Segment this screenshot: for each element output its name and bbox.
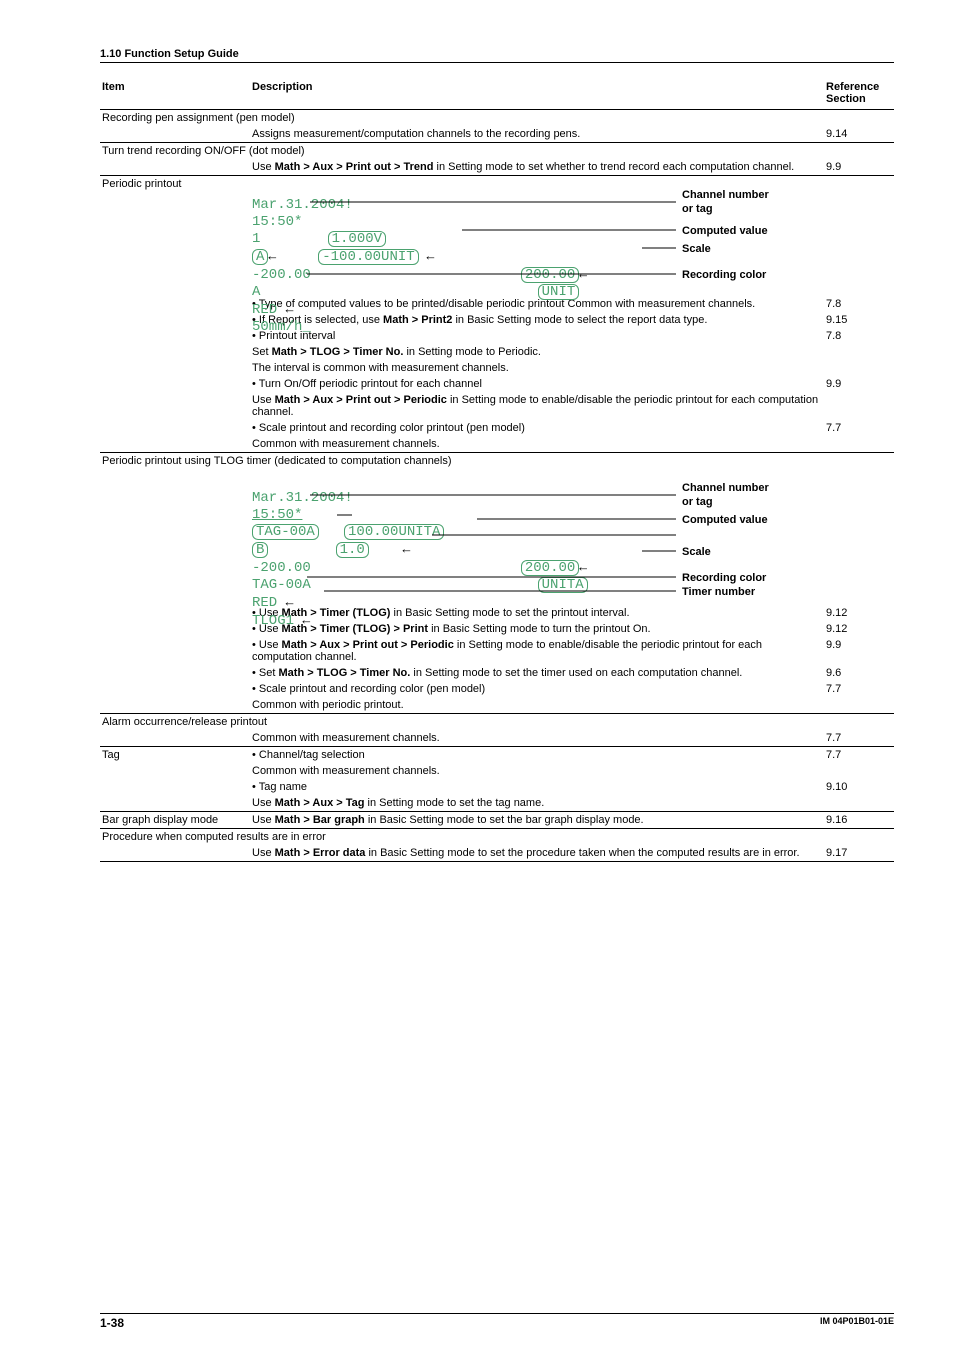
row-bar-item: Bar graph display mode [100, 812, 250, 829]
row-trend-item: Turn trend recording ON/OFF (dot model) [100, 143, 894, 160]
lbl-recording-color2: Recording color [682, 571, 766, 585]
tlog-b3: Use Math > Aux > Print out > Periodic in… [250, 637, 824, 665]
periodic-b5s: Common with measurement channels. [250, 436, 824, 453]
col-desc: Description [250, 77, 824, 110]
periodic-b4: Turn On/Off periodic printout for each c… [250, 376, 824, 392]
tlog-b5s: Common with periodic printout. [250, 697, 824, 714]
periodic-b4s: Use Math > Aux > Print out > Periodic in… [250, 392, 824, 420]
trend-desc: Use Math > Aux > Print out > Trend in Se… [250, 159, 824, 176]
row-err-item: Procedure when computed results are in e… [100, 829, 894, 846]
col-ref: Reference Section [824, 77, 894, 110]
doc-code: IM 04P01B01-01E [820, 1316, 894, 1330]
lbl-channel: Channel numberor tag [682, 188, 769, 216]
tlog-b5: Scale printout and recording color (pen … [250, 681, 824, 697]
periodic-b5: Scale printout and recording color print… [250, 420, 824, 436]
row-alarm-item: Alarm occurrence/release printout [100, 714, 894, 731]
lbl-computed2: Computed value [682, 513, 768, 527]
col-item: Item [100, 77, 250, 110]
tlog-r2: 9.12 [824, 621, 894, 637]
err-desc: Use Math > Error data in Basic Setting m… [250, 845, 824, 862]
tag-r2: 9.10 [824, 779, 894, 795]
alarm-ref: 7.7 [824, 730, 894, 747]
row-tlog-item: Periodic printout using TLOG timer (dedi… [100, 453, 894, 470]
tag-b1s: Common with measurement channels. [250, 763, 824, 779]
tag-r1: 7.7 [824, 747, 894, 764]
page-footer: 1-38 IM 04P01B01-01E [0, 1313, 954, 1330]
row-tag-item: Tag [100, 747, 250, 764]
bar-ref: 9.16 [824, 812, 894, 829]
lbl-recording-color: Recording color [682, 268, 766, 282]
row-rec-pen-item: Recording pen assignment (pen model) [100, 110, 894, 127]
lbl-scale2: Scale [682, 545, 711, 559]
lbl-timer-number: Timer number [682, 585, 755, 599]
bar-desc: Use Math > Bar graph in Basic Setting mo… [250, 812, 824, 829]
section-header: 1.10 Function Setup Guide [100, 48, 894, 63]
tlog-r5: 7.7 [824, 681, 894, 697]
tag-b1: Channel/tag selection [250, 747, 824, 764]
figure-periodic: Mar.31.2004! 15:50* 1 1.000V A← -100.00U… [252, 180, 892, 290]
periodic-b3s2: The interval is common with measurement … [250, 360, 824, 376]
page-number: 1-38 [100, 1316, 124, 1330]
rec-pen-ref: 9.14 [824, 126, 894, 143]
tlog-r3: 9.9 [824, 637, 894, 665]
periodic-r3: 7.8 [824, 328, 894, 344]
periodic-r5: 7.7 [824, 420, 894, 436]
tlog-r4: 9.6 [824, 665, 894, 681]
trend-ref: 9.9 [824, 159, 894, 176]
row-periodic-item: Periodic printout [100, 176, 250, 297]
periodic-b3s1: Set Math > TLOG > Timer No. in Setting m… [250, 344, 824, 360]
tlog-b4: Set Math > TLOG > Timer No. in Setting m… [250, 665, 824, 681]
rec-pen-desc: Assigns measurement/computation channels… [250, 126, 824, 143]
alarm-desc: Common with measurement channels. [250, 730, 824, 747]
lbl-computed: Computed value [682, 224, 768, 238]
err-ref: 9.17 [824, 845, 894, 862]
periodic-r2: 9.15 [824, 312, 894, 328]
lbl-channel2: Channel numberor tag [682, 481, 769, 509]
lbl-scale: Scale [682, 242, 711, 256]
periodic-r4: 9.9 [824, 376, 894, 392]
periodic-r1: 7.8 [824, 296, 894, 312]
tlog-r1: 9.12 [824, 605, 894, 621]
function-table: Item Description Reference Section Recor… [100, 77, 894, 862]
tag-b2: Tag name [250, 779, 824, 795]
tag-b2s: Use Math > Aux > Tag in Setting mode to … [250, 795, 824, 812]
figure-tlog: Mar.31.2004! 15:50* TAG-00A 100.00UNITA … [252, 473, 892, 599]
